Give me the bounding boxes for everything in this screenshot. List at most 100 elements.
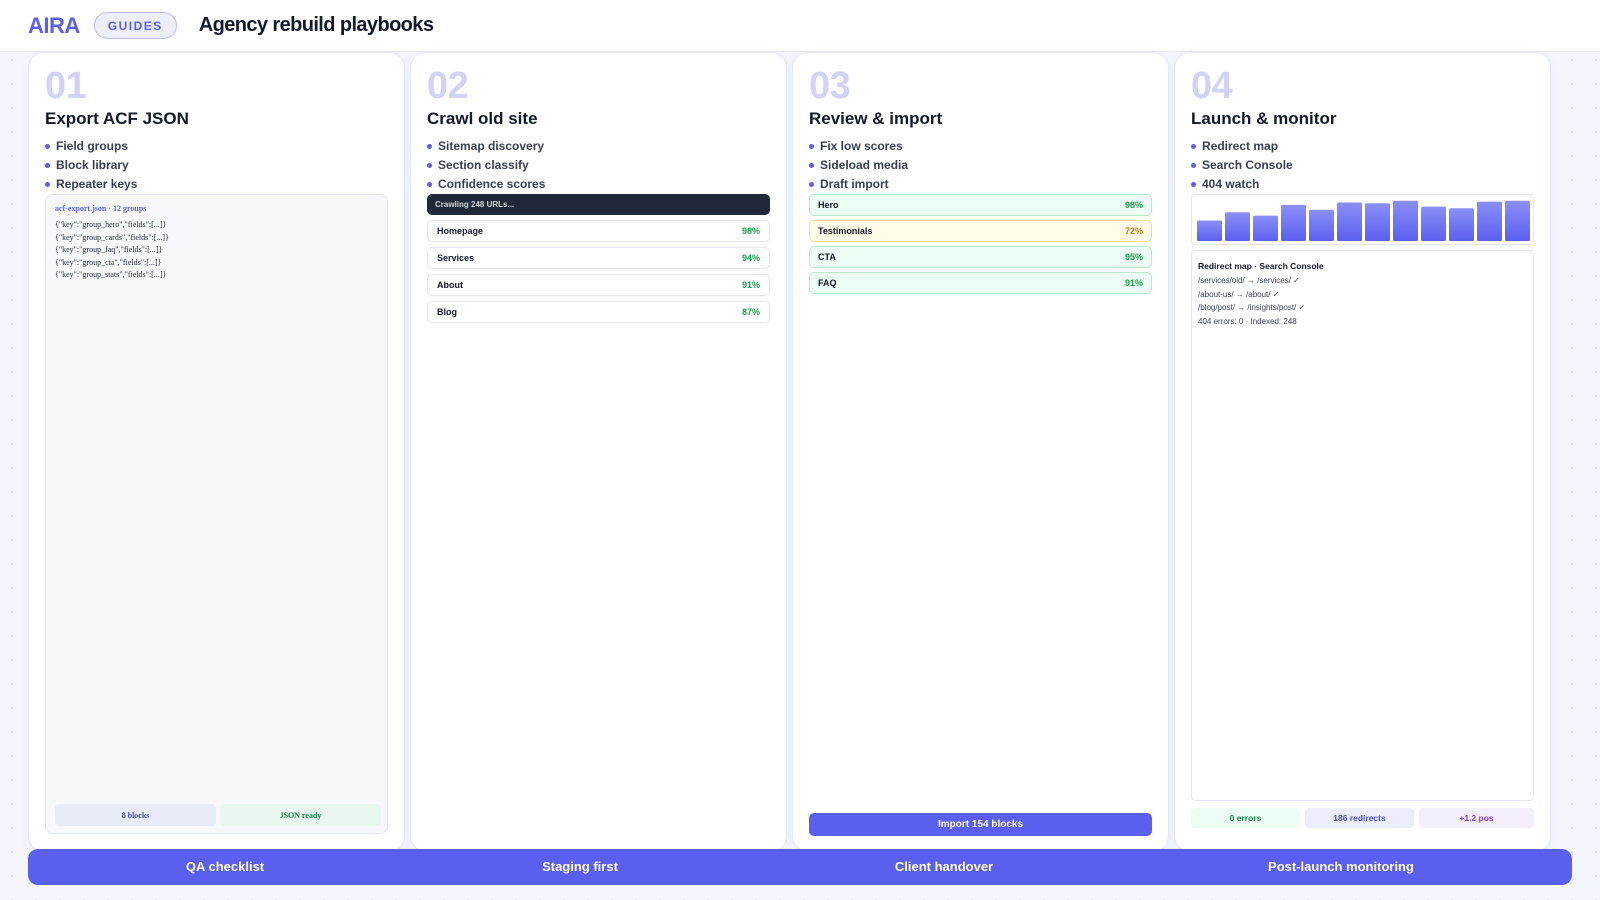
review-row[interactable]: Testimonials 72% [809,220,1152,242]
bullet-item: Confidence scores [427,175,545,194]
import-blocks-button[interactable]: Import 154 blocks [809,813,1152,836]
chart-bar [1421,206,1446,241]
chart-bar [1281,204,1306,241]
confidence-score: 98% [1124,200,1143,210]
footer-bar: QA checklist Staging first Client handov… [28,849,1572,885]
redirect-line: /blog/post/ → /insights/post/ ✓ [1198,303,1306,312]
code-line: {"key":"group_hero","fields":[...]} [55,220,167,229]
crawl-row[interactable]: About 91% [427,274,770,296]
section-label: FAQ [818,278,837,288]
confidence-score: 87% [741,307,760,317]
chart-bar [1225,212,1250,241]
json-code: {"key":"group_hero","fields":[...]} {"ke… [55,219,169,282]
section-label: Hero [818,200,839,210]
crawl-row[interactable]: Blog 87% [427,301,770,323]
crawl-progress-bar: Crawling 248 URLs... [427,194,770,215]
chart-bar [1337,202,1362,241]
step-number: 01 [45,65,87,107]
bullet-item: Search Console [1191,156,1293,175]
redirects-stat-chip: 186 redirects [1305,808,1414,828]
bullet-item: Block library [45,156,137,175]
card-title: Export ACF JSON [45,109,189,128]
code-line: {"key":"group_cards","fields":[...]} [55,232,169,242]
redirect-lines: /services/old/ → /services/ ✓ /about-us/… [1198,274,1527,328]
card-title: Launch & monitor [1191,109,1337,128]
json-preview-panel: acf-export.json · 12 groups {"key":"grou… [45,194,388,834]
step-number: 03 [809,65,851,107]
crawl-row[interactable]: Homepage 98% [427,220,770,242]
json-file-label: acf-export.json · 12 groups [55,204,147,213]
card-title: Review & import [809,109,943,128]
redirect-map-panel: Redirect map · Search Console /services/… [1191,250,1534,801]
bullet-item: 404 watch [1191,175,1293,194]
page-label: About [437,280,463,290]
confidence-score: 91% [1124,278,1143,288]
step-number: 02 [427,65,469,107]
bullet-item: Redirect map [1191,137,1293,156]
errors-stat-chip: 0 errors [1191,808,1300,828]
step-number: 04 [1191,65,1233,107]
card-export-acf: 01 Export ACF JSON Field groups Block li… [28,52,405,852]
section-label: CTA [818,252,836,262]
chart-bar [1505,200,1530,241]
chart-bar [1309,209,1334,241]
confidence-score: 94% [741,253,760,263]
chart-bar [1365,203,1390,241]
code-line: {"key":"group_stats","fields":[...]} [55,270,167,279]
confidence-score: 91% [741,280,760,290]
redirect-line: /about-us/ → /about/ ✓ [1198,289,1280,299]
chart-bar [1477,201,1502,241]
logo[interactable]: AIRA [28,13,80,39]
bullet-list: Redirect map Search Console 404 watch [1191,137,1293,194]
code-line: {"key":"group_faq","fields":[...]} [55,245,163,254]
blocks-count-chip: 8 blocks [55,804,216,826]
bullet-item: Fix low scores [809,137,908,156]
page-title: Agency rebuild playbooks [198,14,434,36]
confidence-score: 72% [1124,226,1143,236]
bullet-item: Section classify [427,156,545,175]
guides-badge[interactable]: GUIDES [93,12,177,39]
chart-bar [1253,215,1278,241]
monitor-bar-chart [1191,194,1534,245]
confidence-score: 98% [741,226,760,236]
bullet-item: Sideload media [809,156,908,175]
footer-link-client-handover[interactable]: Client handover [895,849,993,885]
redirect-line: /services/old/ → /services/ ✓ [1198,276,1300,285]
bullet-item: Draft import [809,175,908,194]
bullet-item: Repeater keys [45,175,137,194]
bar-chart-svg [1197,200,1530,241]
card-review-import: 03 Review & import Fix low scores Sidelo… [792,52,1169,852]
bullet-item: Sitemap discovery [427,137,545,156]
card-crawl-old-site: 02 Crawl old site Sitemap discovery Sect… [410,52,787,852]
page-label: Homepage [437,226,484,236]
code-line: {"key":"group_cta","fields":[...]} [55,257,162,267]
review-row[interactable]: FAQ 91% [809,272,1152,294]
crawl-row[interactable]: Services 94% [427,247,770,269]
footer-link-post-launch-monitoring[interactable]: Post-launch monitoring [1268,849,1414,885]
playbook-cards: 01 Export ACF JSON Field groups Block li… [28,52,1572,852]
panel-title: Redirect map · Search Console [1198,261,1324,271]
review-row[interactable]: CTA 95% [809,246,1152,268]
section-label: Testimonials [818,226,873,236]
review-row[interactable]: Hero 98% [809,194,1152,216]
chart-bar [1197,220,1222,241]
bullet-list: Field groups Block library Repeater keys [45,137,137,194]
bullet-list: Fix low scores Sideload media Draft impo… [809,137,908,194]
card-title: Crawl old site [427,109,538,128]
position-stat-chip: +1.2 pos [1419,808,1534,828]
card-launch-monitor: 04 Launch & monitor Redirect map Search … [1174,52,1551,852]
bullet-list: Sitemap discovery Section classify Confi… [427,137,545,194]
footer-link-staging-first[interactable]: Staging first [542,849,618,885]
chart-bar [1449,208,1474,241]
footer-link-qa-checklist[interactable]: QA checklist [186,849,264,885]
page-label: Blog [437,307,457,317]
page-label: Services [437,253,475,263]
status-line: 404 errors: 0 · Indexed: 248 [1198,316,1297,326]
review-results: Hero 98% Testimonials 72% CTA 95% FAQ 91… [809,194,1152,298]
crawl-results: Homepage 98% Services 94% About 91% Blog… [427,220,770,328]
json-ready-chip: JSON ready [220,804,381,826]
confidence-score: 95% [1124,252,1143,262]
bullet-item: Field groups [45,137,137,156]
top-bar: AIRA GUIDES Agency rebuild playbooks [0,0,1600,52]
chart-bar [1393,200,1418,241]
